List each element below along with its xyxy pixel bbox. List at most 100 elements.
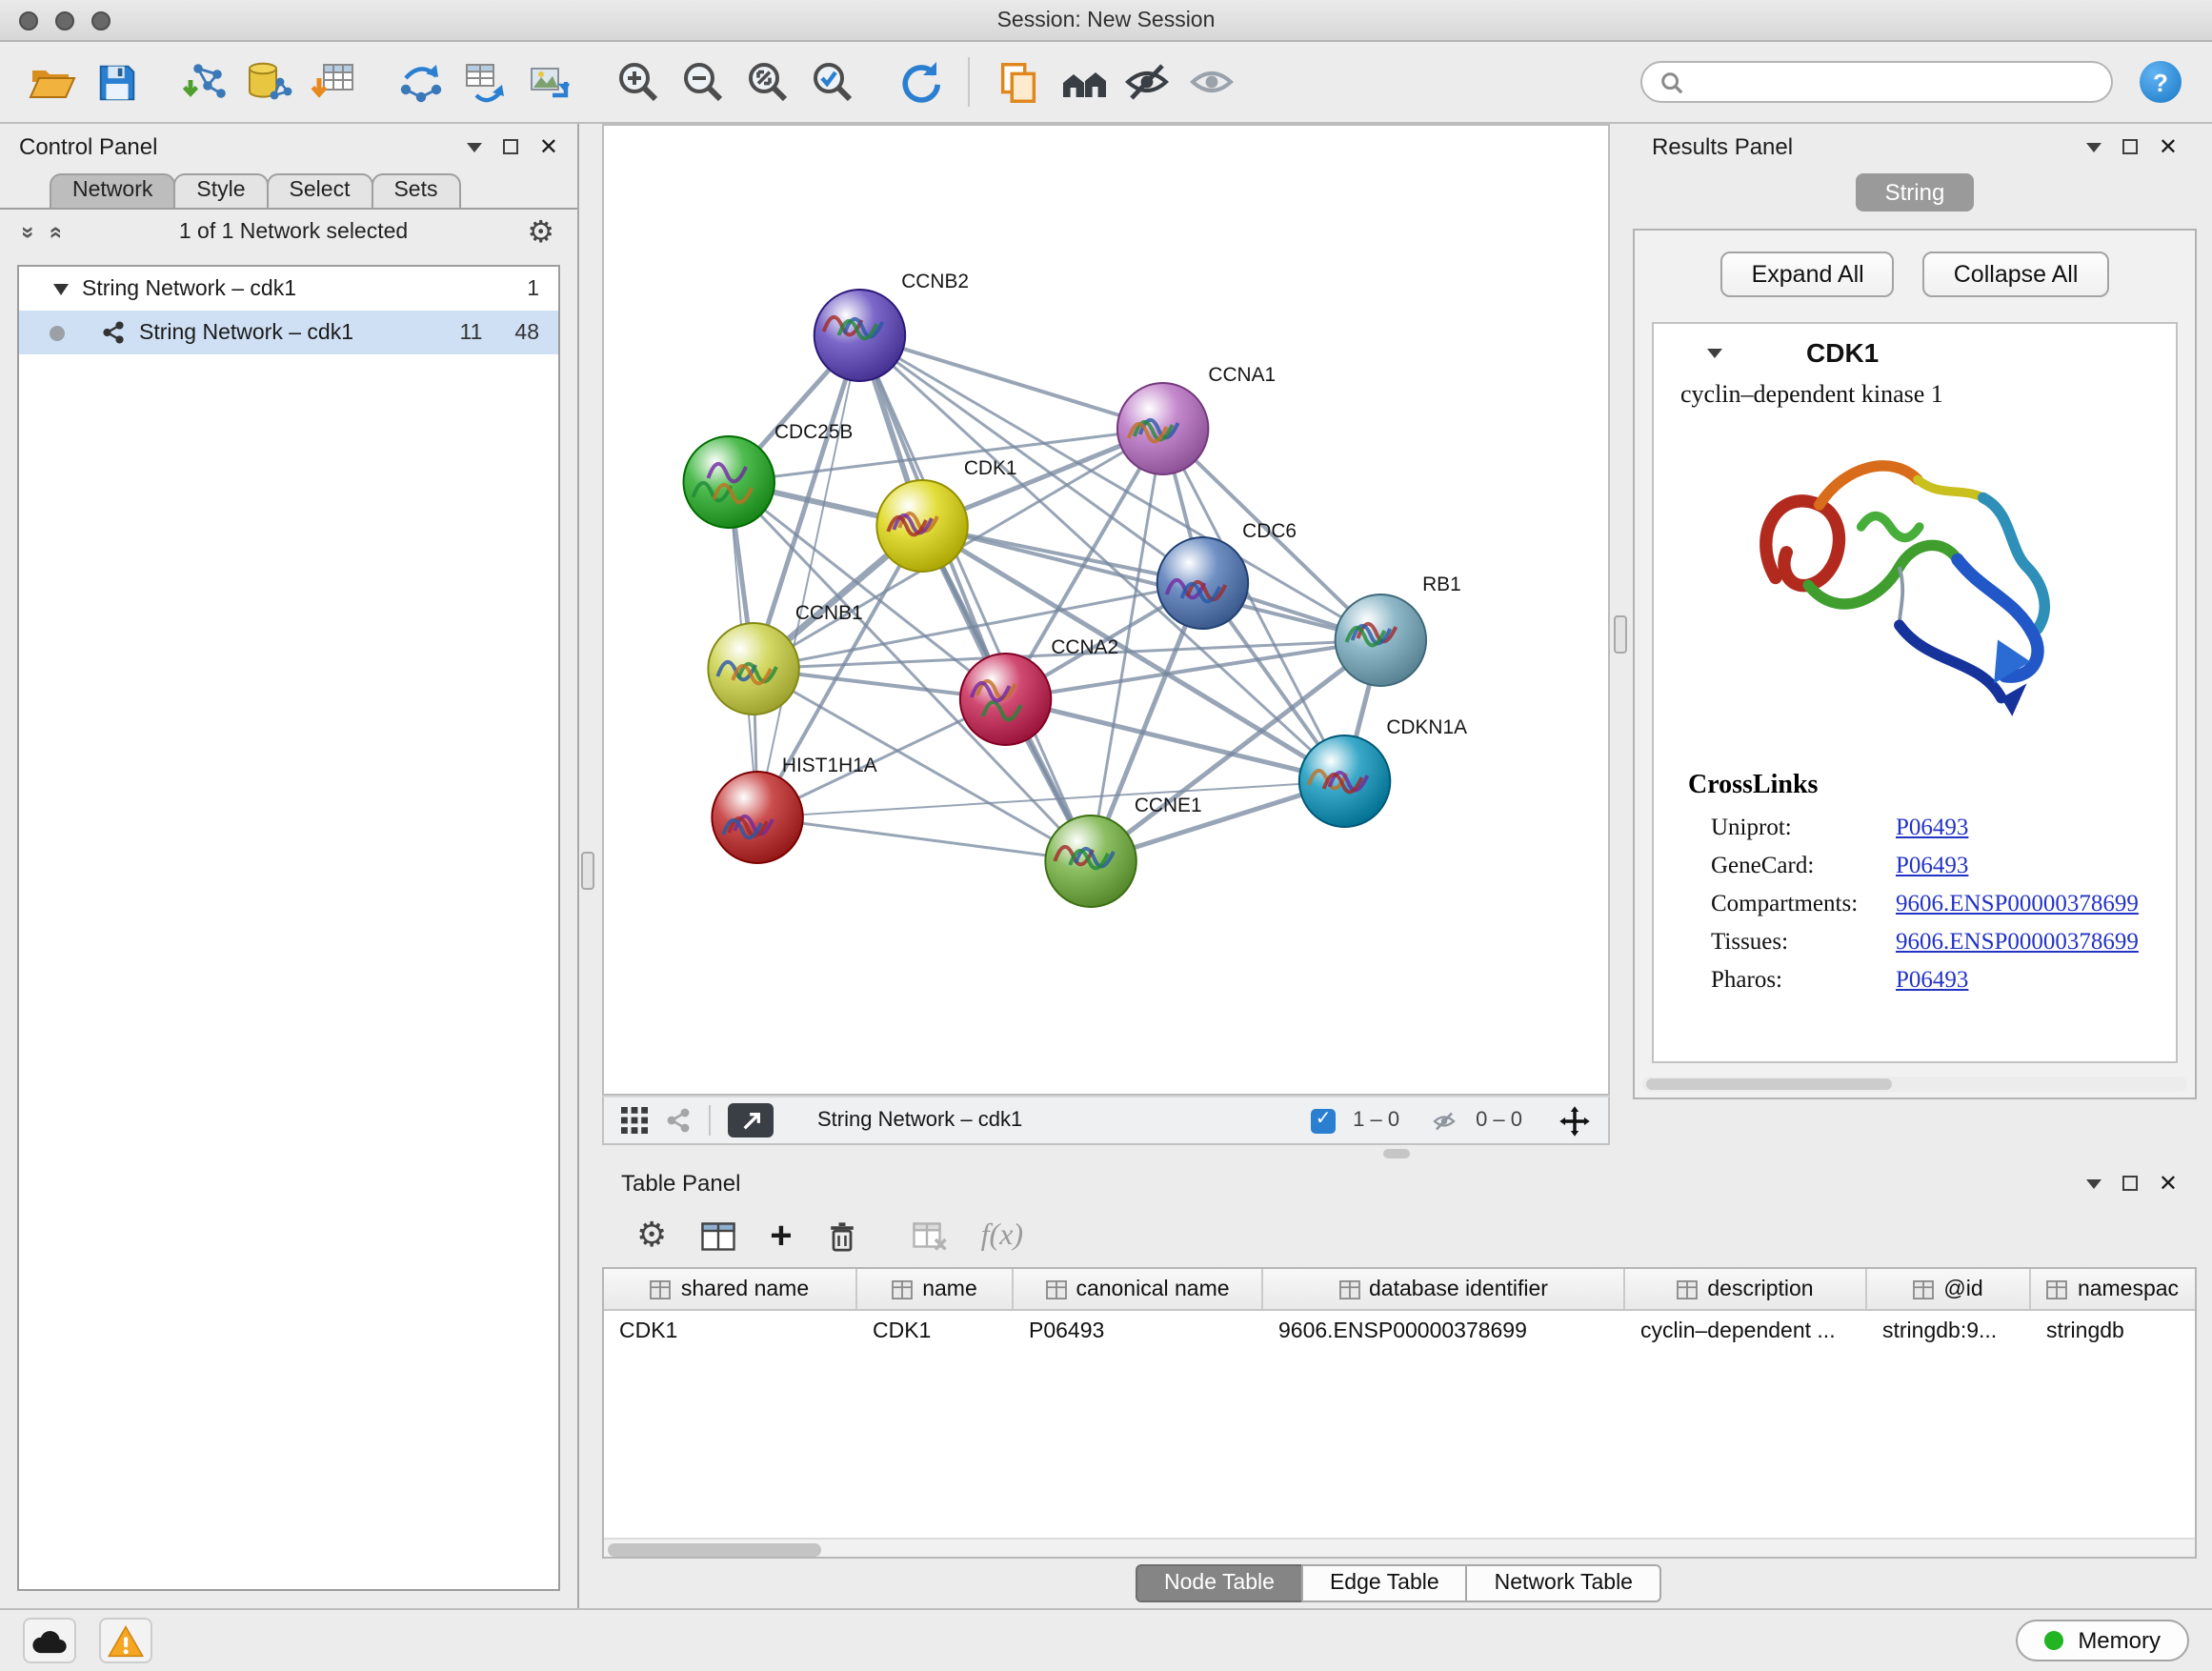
import-network-database-button[interactable] [240,53,297,111]
table-panel-splitter[interactable] [1382,1148,1409,1158]
memory-label: Memory [2078,1627,2161,1654]
column-header[interactable]: name [857,1269,1014,1309]
table-row[interactable]: CDK1 CDK1 P06493 9606.ENSP00000378699 cy… [604,1311,2195,1351]
results-panel-title: Results Panel [1652,133,1793,160]
zoom-selected-button[interactable] [804,53,861,111]
current-network-name: String Network – cdk1 [817,1109,1022,1132]
pan-crosshair-icon[interactable] [1558,1104,1591,1137]
network-node-hist1h1a[interactable] [712,772,802,863]
delete-table-icon[interactable] [911,1219,949,1254]
network-collection-row[interactable]: String Network – cdk1 1 [19,267,558,311]
network-node-cdc25b[interactable] [684,436,774,528]
open-in-window-button[interactable] [728,1103,774,1137]
node-label-ccnb1: CCNB1 [795,602,863,624]
selected-checkbox-icon[interactable]: ✓ [1311,1108,1336,1133]
warning-button[interactable] [99,1618,152,1663]
column-header[interactable]: description [1625,1269,1867,1309]
splitter-handle-left[interactable] [581,852,594,890]
collapse-all-button[interactable]: Collapse All [1923,252,2109,297]
minimize-window-button[interactable] [55,10,74,30]
float-panel-icon[interactable] [2122,139,2138,154]
network-arrows-button[interactable] [392,53,450,111]
share-network-icon[interactable] [665,1107,692,1134]
node-label-cdc6: CDC6 [1242,520,1297,542]
hide-selected-button[interactable] [1118,53,1176,111]
close-panel-icon[interactable]: ✕ [2159,1172,2178,1195]
column-header[interactable]: shared name [604,1269,857,1309]
network-row[interactable]: String Network – cdk1 11 48 [19,311,558,354]
close-panel-icon[interactable]: ✕ [2159,135,2178,158]
expand-all-button[interactable]: Expand All [1721,252,1895,297]
table-horizontal-scrollbar[interactable] [604,1538,2195,1557]
network-edge[interactable] [859,335,1091,861]
search-input[interactable] [1696,70,2094,93]
tab-style[interactable]: Style [173,173,268,208]
expander-icon[interactable] [53,283,69,294]
tab-network[interactable]: Network [50,173,175,208]
network-edge[interactable] [757,335,859,817]
gear-icon[interactable]: ⚙ [527,217,554,248]
crosslink-row: Tissues: 9606.ENSP00000378699 [1654,922,2176,960]
gene-collapse-icon[interactable] [1707,348,1722,357]
tab-node-table[interactable]: Node Table [1136,1564,1303,1602]
add-column-button[interactable]: + [770,1218,792,1256]
float-panel-icon[interactable] [2122,1176,2138,1191]
close-panel-icon[interactable]: ✕ [539,135,558,158]
tissues-link[interactable]: 9606.ENSP00000378699 [1896,927,2139,956]
network-edge[interactable] [757,817,1091,861]
panel-menu-icon[interactable] [2086,142,2101,151]
zoom-fit-button[interactable] [739,53,796,111]
houses-button[interactable] [1054,53,1111,111]
expand-all-icon[interactable]: » [42,226,65,238]
collapse-all-icon[interactable]: » [18,226,41,238]
show-all-button[interactable] [1183,53,1240,111]
tab-network-table[interactable]: Network Table [1466,1564,1661,1602]
network-table-button[interactable] [457,53,514,111]
zoom-in-button[interactable] [610,53,667,111]
help-button[interactable]: ? [2140,61,2182,103]
results-scrollbar[interactable] [1642,1077,2187,1092]
delete-column-trash-icon[interactable] [825,1218,859,1255]
splitter-handle-right[interactable] [1614,615,1627,654]
network-view[interactable]: CCNB2CCNA1CDC25BCDK1CDC6RB1CCNB1CCNA2CDK… [602,124,1610,1096]
panel-menu-icon[interactable] [2086,1178,2101,1188]
zoom-window-button[interactable] [91,10,111,30]
import-network-file-icon [179,57,229,107]
show-columns-icon[interactable] [699,1219,737,1254]
memory-button[interactable]: Memory [2015,1620,2189,1661]
refresh-button[interactable] [892,53,949,111]
node-label-hist1h1a: HIST1H1A [782,755,877,776]
close-window-button[interactable] [19,10,38,30]
tab-edge-table[interactable]: Edge Table [1301,1564,1468,1602]
cloud-icon [29,1623,70,1658]
import-table-icon [309,57,358,107]
column-header[interactable]: @id [1867,1269,2031,1309]
copy-document-button[interactable] [989,53,1046,111]
column-header[interactable]: canonical name [1014,1269,1263,1309]
table-settings-gear-icon[interactable]: ⚙ [636,1219,667,1254]
cloud-button[interactable] [23,1618,76,1663]
save-session-button[interactable] [88,53,145,111]
import-network-file-button[interactable] [175,53,232,111]
compartments-link[interactable]: 9606.ENSP00000378699 [1896,889,2139,917]
float-panel-icon[interactable] [503,139,518,154]
column-header[interactable]: namespac [2031,1269,2195,1309]
panel-menu-icon[interactable] [467,142,482,151]
pharos-link[interactable]: P06493 [1896,965,1968,994]
tab-sets[interactable]: Sets [371,173,460,208]
export-image-button[interactable] [522,53,579,111]
birdseye-grid-icon[interactable] [621,1107,648,1134]
function-builder-button[interactable]: f(x) [981,1219,1023,1254]
network-table-icon [461,57,511,107]
import-table-button[interactable] [305,53,362,111]
gene-description: cyclin–dependent kinase 1 [1654,375,2176,421]
string-tab-badge[interactable]: String [1857,173,1974,211]
network-canvas[interactable]: CCNB2CCNA1CDC25BCDK1CDC6RB1CCNB1CCNA2CDK… [604,126,1608,1094]
zoom-out-button[interactable] [674,53,732,111]
genecard-link[interactable]: P06493 [1896,851,1968,879]
tab-select[interactable]: Select [267,173,373,208]
network-edge[interactable] [859,335,1162,429]
open-session-button[interactable] [23,53,80,111]
uniprot-link[interactable]: P06493 [1896,813,1968,841]
column-header[interactable]: database identifier [1263,1269,1625,1309]
